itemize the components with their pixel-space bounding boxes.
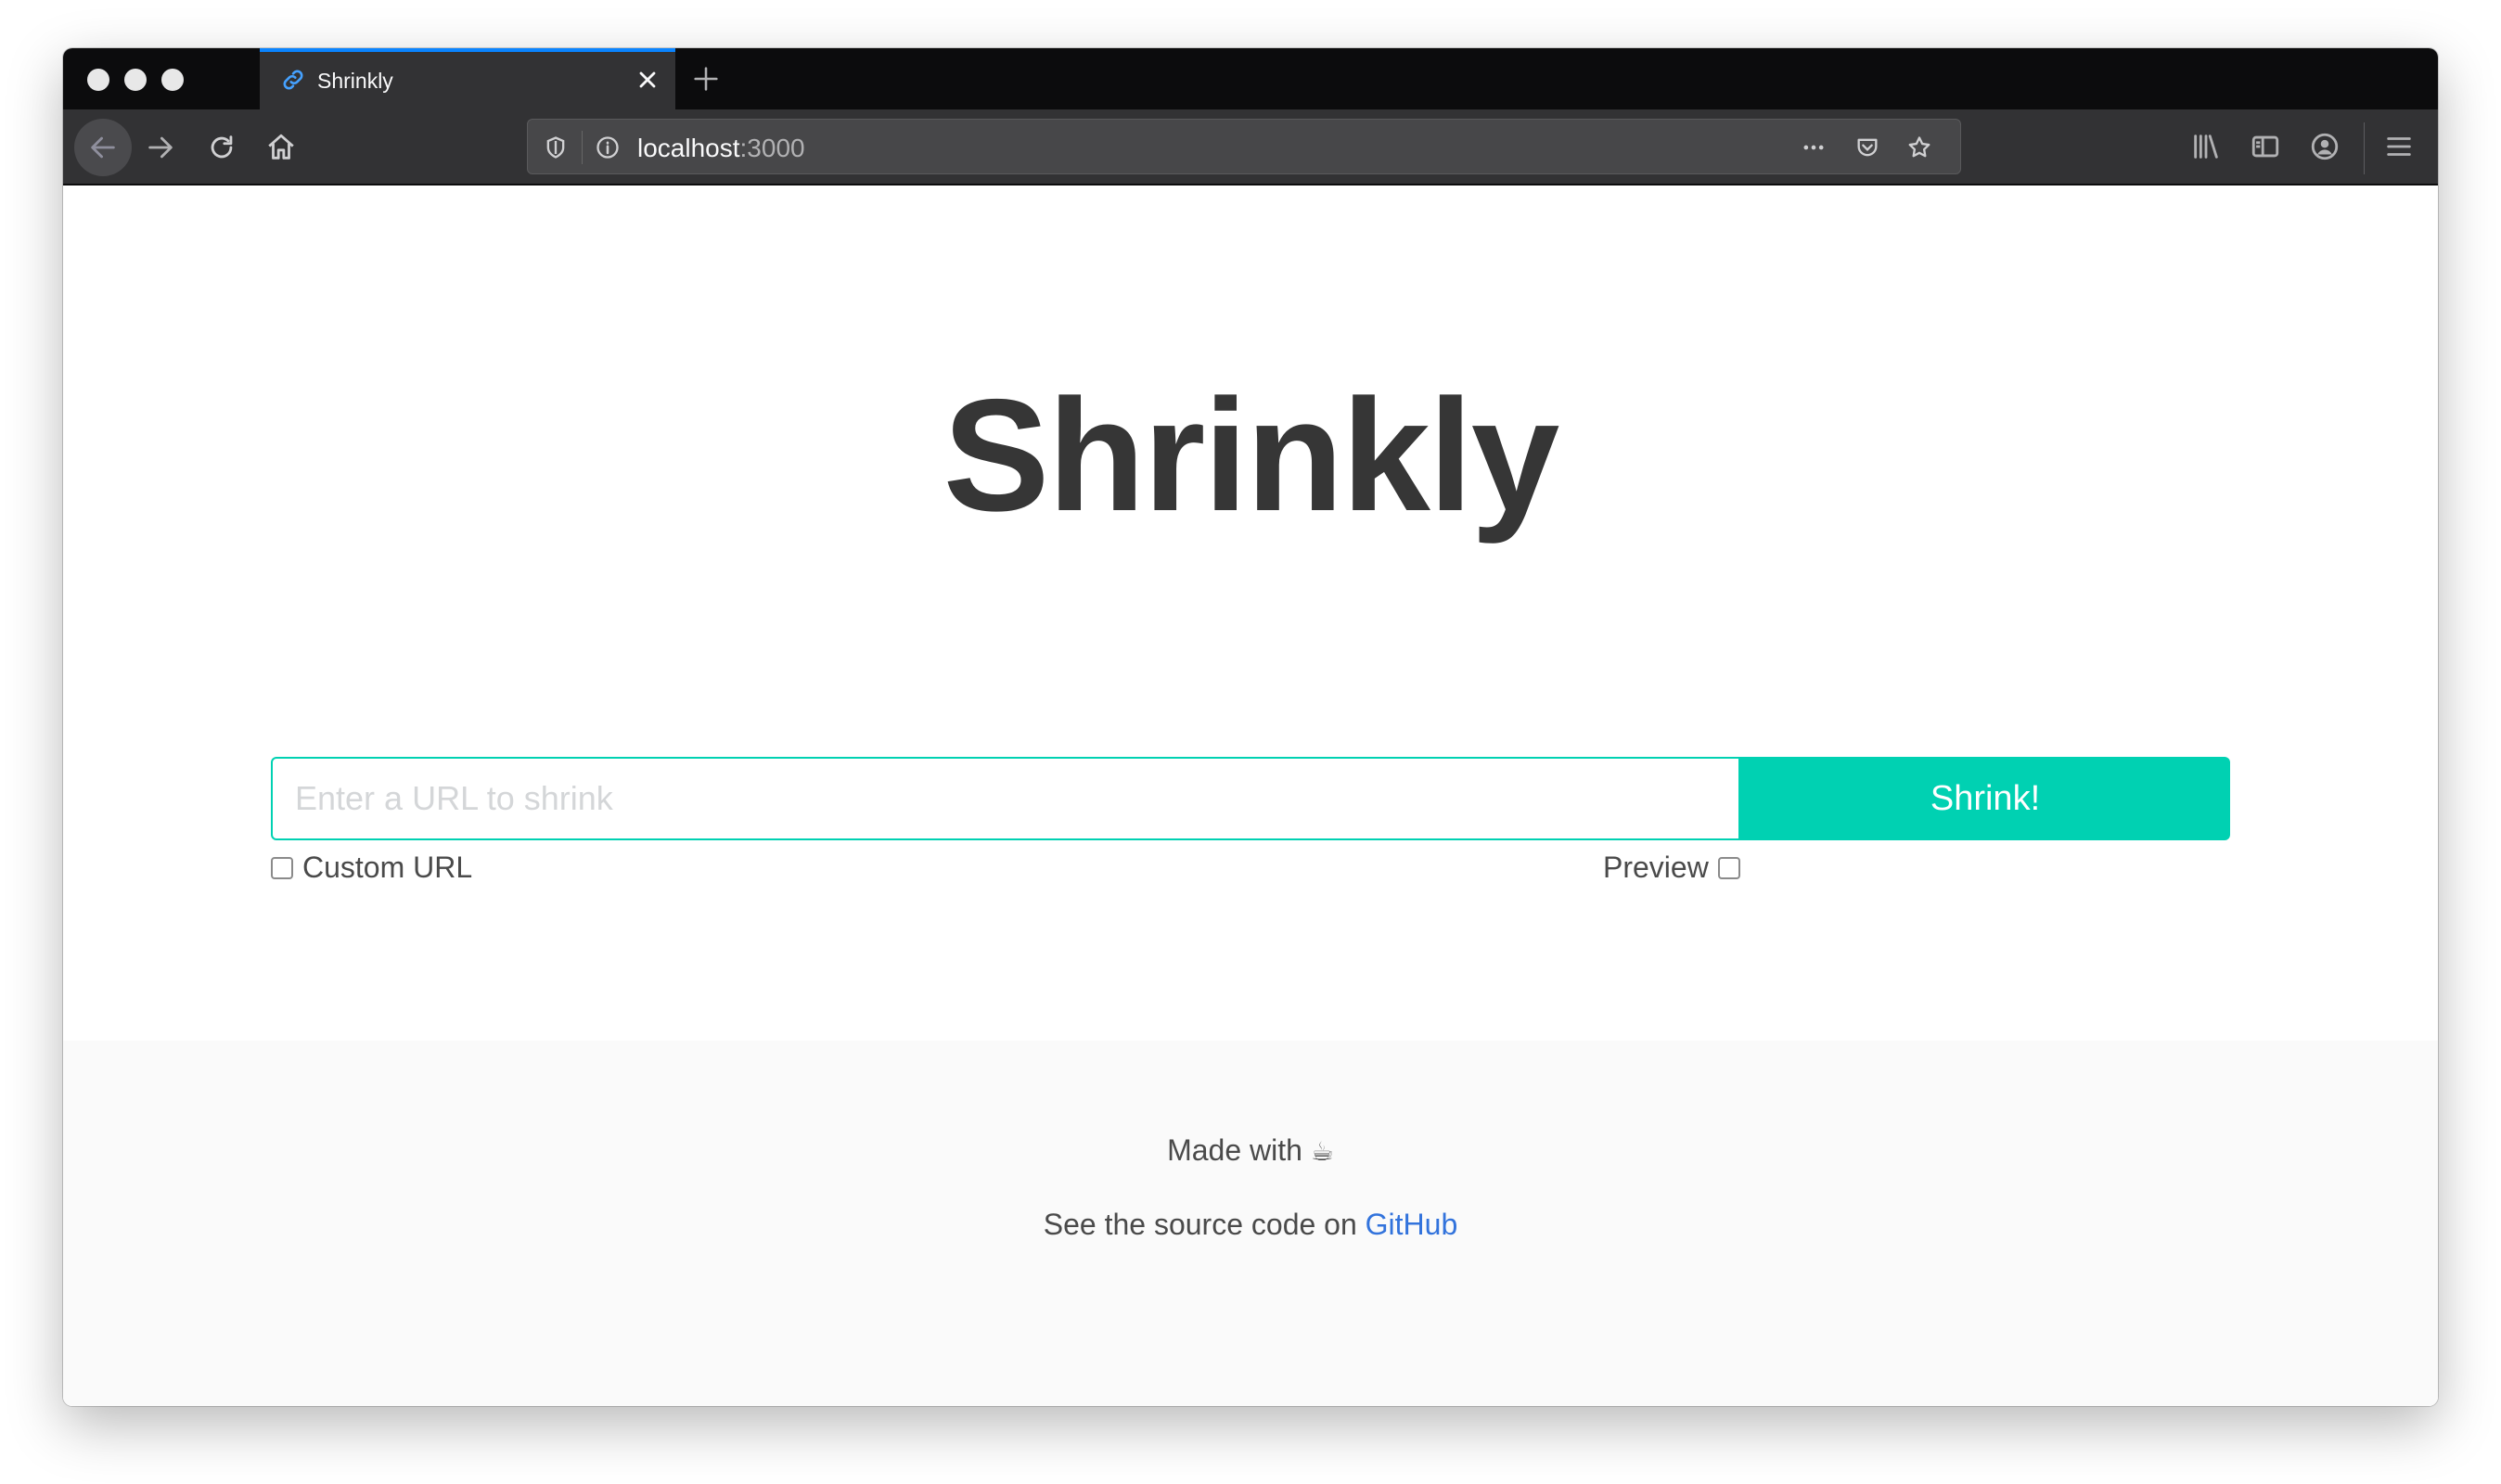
preview-option[interactable]: Preview	[1603, 851, 1740, 885]
page-content: Shrinkly Shrink! Custom URL Preview Made…	[63, 187, 2438, 1406]
arrow-right-icon	[148, 136, 173, 159]
shield-icon[interactable]	[543, 134, 569, 160]
reload-button[interactable]	[199, 124, 245, 171]
tab-title: Shrinkly	[317, 69, 393, 93]
forward-button[interactable]	[137, 124, 184, 171]
url-text[interactable]: localhost:3000	[637, 134, 805, 163]
library-icon	[2194, 134, 2218, 159]
preview-checkbox[interactable]	[1717, 856, 1740, 879]
browser-window: Shrinkly localhost:3000 Shrinkly Enter a…	[63, 48, 2438, 1406]
account-button[interactable]	[2304, 126, 2345, 167]
home-icon	[268, 134, 294, 160]
account-icon	[2311, 133, 2339, 160]
library-button[interactable]	[2186, 126, 2226, 167]
tab-shrinkly[interactable]: Shrinkly	[260, 48, 675, 109]
custom-url-checkbox[interactable]	[271, 856, 293, 879]
tab-bar: Shrinkly	[63, 48, 2438, 109]
divider	[582, 131, 583, 164]
window-controls	[87, 69, 184, 91]
plus-icon[interactable]	[690, 63, 722, 95]
sidebar-icon	[2251, 135, 2279, 158]
back-button[interactable]	[74, 119, 132, 176]
close-icon[interactable]	[635, 67, 661, 93]
minimize-window-button[interactable]	[124, 69, 147, 91]
star-icon[interactable]	[1906, 134, 1932, 160]
github-link[interactable]: GitHub	[1366, 1208, 1458, 1241]
menu-button[interactable]	[2379, 126, 2419, 167]
close-window-button[interactable]	[87, 69, 109, 91]
address-bar[interactable]: localhost:3000	[527, 119, 1961, 174]
link-icon	[283, 70, 303, 90]
toolbar-divider	[2364, 122, 2365, 174]
url-input[interactable]	[271, 757, 1740, 840]
url-host: localhost	[637, 134, 740, 162]
pocket-icon[interactable]	[1854, 134, 1880, 160]
shrink-form: Shrink!	[271, 757, 2230, 840]
sidebar-button[interactable]	[2245, 126, 2286, 167]
footer: Made with ☕ See the source code on GitHu…	[63, 1041, 2438, 1406]
zoom-window-button[interactable]	[161, 69, 184, 91]
shrink-button[interactable]: Shrink!	[1740, 757, 2230, 840]
more-dots-icon[interactable]	[1801, 134, 1827, 160]
custom-url-option[interactable]: Custom URL	[271, 851, 472, 885]
hamburger-menu-icon	[2387, 137, 2411, 156]
source-code-text: See the source code on GitHub	[63, 1208, 2438, 1242]
reload-icon	[211, 135, 233, 159]
page-title: Shrinkly	[943, 366, 1560, 544]
arrow-left-icon	[91, 136, 115, 159]
made-with-label: Made with	[1167, 1133, 1302, 1167]
source-prefix: See the source code on	[1043, 1208, 1357, 1241]
custom-url-label: Custom URL	[302, 851, 473, 884]
preview-label: Preview	[1603, 851, 1709, 884]
url-port: :3000	[739, 134, 805, 162]
info-icon[interactable]	[595, 134, 621, 160]
home-button[interactable]	[258, 124, 304, 171]
navigation-toolbar: localhost:3000	[63, 109, 2438, 186]
coffee-icon: ☕	[1310, 1136, 1334, 1167]
made-with-text: Made with ☕	[63, 1133, 2438, 1168]
